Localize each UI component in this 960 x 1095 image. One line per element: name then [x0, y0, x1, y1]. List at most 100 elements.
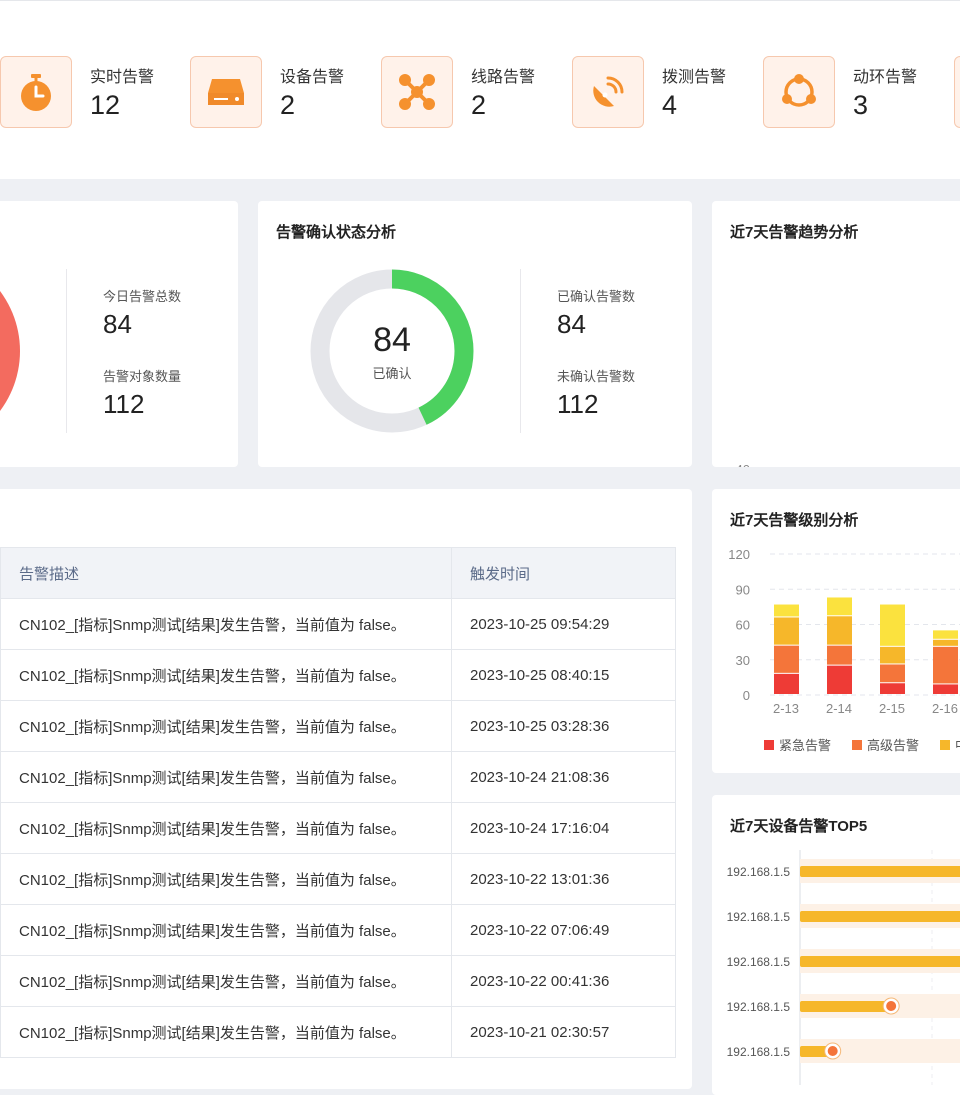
alarm-time: 2023-10-24 17:16:04 — [451, 802, 676, 854]
card-title: 告警确认状态分析 — [276, 224, 397, 241]
divider — [66, 269, 67, 433]
category-partial-card[interactable] — [954, 56, 960, 128]
legend-swatch — [764, 740, 774, 750]
alarm-time: 2023-10-21 02:30:57 — [451, 1006, 676, 1058]
legend-label: 紧急告警 — [779, 738, 831, 753]
trend-card: 近7天告警趋势分析 0102030402-132-142-152-16 — [712, 201, 960, 467]
alarm-objects-value: 112 — [103, 389, 145, 419]
y-category-label: 192.168.1.5 — [727, 955, 791, 969]
bar-segment — [933, 646, 958, 684]
bar-segment — [774, 645, 799, 673]
divider — [520, 269, 521, 433]
network-icon — [381, 56, 453, 128]
table-header-desc: 告警描述 — [0, 547, 452, 599]
x-tick-label: 2-15 — [879, 701, 905, 716]
alarm-summary-card: 今日告警总数 84 告警对象数量 112 — [0, 201, 238, 467]
bar-segment — [880, 664, 905, 683]
category-label: 实时告警 — [90, 69, 155, 86]
category-device[interactable]: 设备告警 2 — [190, 56, 360, 128]
y-category-label: 192.168.1.5 — [727, 910, 791, 924]
y-category-label: 192.168.1.5 — [727, 865, 791, 879]
table-row[interactable]: CN102_[指标]Snmp测试[结果]发生告警，当前值为 false。 2023… — [0, 598, 676, 650]
category-count: 4 — [662, 90, 678, 120]
alarm-description: CN102_[指标]Snmp测试[结果]发生告警，当前值为 false。 — [0, 598, 452, 650]
bar-segment — [774, 673, 799, 694]
x-tick-label: 2-16 — [932, 701, 958, 716]
category-environment[interactable]: 动环告警 3 — [763, 56, 933, 128]
bar-segment — [933, 630, 958, 639]
table-row[interactable]: CN102_[指标]Snmp测试[结果]发生告警，当前值为 false。 2023… — [0, 853, 676, 905]
alarm-description: CN102_[指标]Snmp测试[结果]发生告警，当前值为 false。 — [0, 853, 452, 905]
x-tick-label: 2-13 — [773, 701, 799, 716]
category-label: 拨测告警 — [662, 69, 727, 86]
alarm-description: CN102_[指标]Snmp测试[结果]发生告警，当前值为 false。 — [0, 1006, 452, 1058]
y-tick-label: 30 — [736, 653, 750, 668]
y-tick-label: 0 — [743, 688, 750, 703]
category-count: 3 — [853, 90, 869, 120]
alarm-time: 2023-10-22 07:06:49 — [451, 904, 676, 956]
category-count: 2 — [471, 90, 487, 120]
y-tick-label: 40 — [736, 462, 750, 467]
dial-test-icon — [572, 56, 644, 128]
alarm-time: 2023-10-22 13:01:36 — [451, 853, 676, 905]
category-count: 2 — [280, 90, 296, 120]
bar-end-dot — [886, 1001, 897, 1011]
category-count: 12 — [90, 90, 121, 120]
alarm-level-pie — [0, 291, 20, 411]
y-tick-label: 120 — [728, 547, 750, 562]
donut-center-value: 84 — [373, 321, 411, 359]
device-icon — [190, 56, 262, 128]
table-row[interactable]: CN102_[指标]Snmp测试[结果]发生告警，当前值为 false。 2023… — [0, 751, 676, 803]
top5-card: 近7天设备告警TOP5 192.168.1.5 192.168.1.5 192.16… — [712, 795, 960, 1095]
today-total-label: 今日告警总数 — [103, 289, 182, 304]
table-header-time: 触发时间 — [451, 547, 676, 599]
bar-segment — [880, 646, 905, 664]
bar-segment — [827, 665, 852, 694]
bar-segment — [827, 645, 852, 665]
bar — [800, 1001, 892, 1012]
alarm-time: 2023-10-25 03:28:36 — [451, 700, 676, 752]
category-realtime[interactable]: 实时告警 12 — [0, 56, 170, 128]
table-row[interactable]: CN102_[指标]Snmp测试[结果]发生告警，当前值为 false。 2023… — [0, 802, 676, 854]
category-label: 设备告警 — [280, 69, 345, 86]
y-category-label: 192.168.1.5 — [727, 1000, 791, 1014]
alarm-description: CN102_[指标]Snmp测试[结果]发生告警，当前值为 false。 — [0, 904, 452, 956]
table-row[interactable]: CN102_[指标]Snmp测试[结果]发生告警，当前值为 false。 2023… — [0, 904, 676, 956]
category-dial-test[interactable]: 拨测告警 4 — [572, 56, 742, 128]
alarm-time: 2023-10-25 09:54:29 — [451, 598, 676, 650]
pie-slice — [0, 291, 20, 411]
table-row[interactable]: CN102_[指标]Snmp测试[结果]发生告警，当前值为 false。 2023… — [0, 955, 676, 1007]
confirm-status-card: 告警确认状态分析 84 已确认 已确认告警数 84 未确认告警数 112 — [258, 201, 692, 467]
top5-bar-chart: 192.168.1.5 192.168.1.5 192.168.1.5 192.168… — [727, 850, 960, 1085]
bar-segment — [827, 616, 852, 645]
unconfirmed-value: 112 — [557, 389, 599, 419]
environment-icon — [763, 56, 835, 128]
table-row[interactable]: CN102_[指标]Snmp测试[结果]发生告警，当前值为 false。 2023… — [0, 1006, 676, 1058]
today-total-value: 84 — [103, 309, 132, 339]
alarm-time: 2023-10-24 21:08:36 — [451, 751, 676, 803]
bar-segment — [774, 604, 799, 617]
bar-segment — [933, 684, 958, 694]
bar-segment — [880, 683, 905, 694]
legend-swatch — [852, 740, 862, 750]
legend-swatch — [940, 740, 950, 750]
category-line[interactable]: 线路告警 2 — [381, 56, 551, 128]
bar — [800, 956, 960, 967]
bar — [800, 911, 960, 922]
table-row[interactable]: CN102_[指标]Snmp测试[结果]发生告警，当前值为 false。 2023… — [0, 700, 676, 752]
category-label: 线路告警 — [471, 69, 536, 86]
legend-label: 高级告警 — [867, 738, 919, 753]
alarm-description: CN102_[指标]Snmp测试[结果]发生告警，当前值为 false。 — [0, 802, 452, 854]
alarm-description: CN102_[指标]Snmp测试[结果]发生告警，当前值为 false。 — [0, 955, 452, 1007]
level-card: 近7天告警级别分析 0 30 60 90 120 2-13 2-14 2-15 2-16 紧急告警… — [712, 489, 960, 773]
table-header-row: 告警描述 触发时间 — [0, 547, 676, 599]
timer-icon — [0, 56, 72, 128]
bar-segment — [774, 617, 799, 645]
y-category-label: 192.168.1.5 — [727, 1045, 791, 1059]
alarm-table: 告警描述 触发时间 CN102_[指标]Snmp测试[结果]发生告警，当前值为 … — [0, 547, 676, 1058]
alarm-description: CN102_[指标]Snmp测试[结果]发生告警，当前值为 false。 — [0, 649, 452, 701]
legend-label: 中 — [955, 738, 960, 753]
bar-segment — [880, 604, 905, 646]
table-row[interactable]: CN102_[指标]Snmp测试[结果]发生告警，当前值为 false。 2023… — [0, 649, 676, 701]
trend-line-chart: 0102030402-132-142-152-16 — [736, 462, 750, 467]
